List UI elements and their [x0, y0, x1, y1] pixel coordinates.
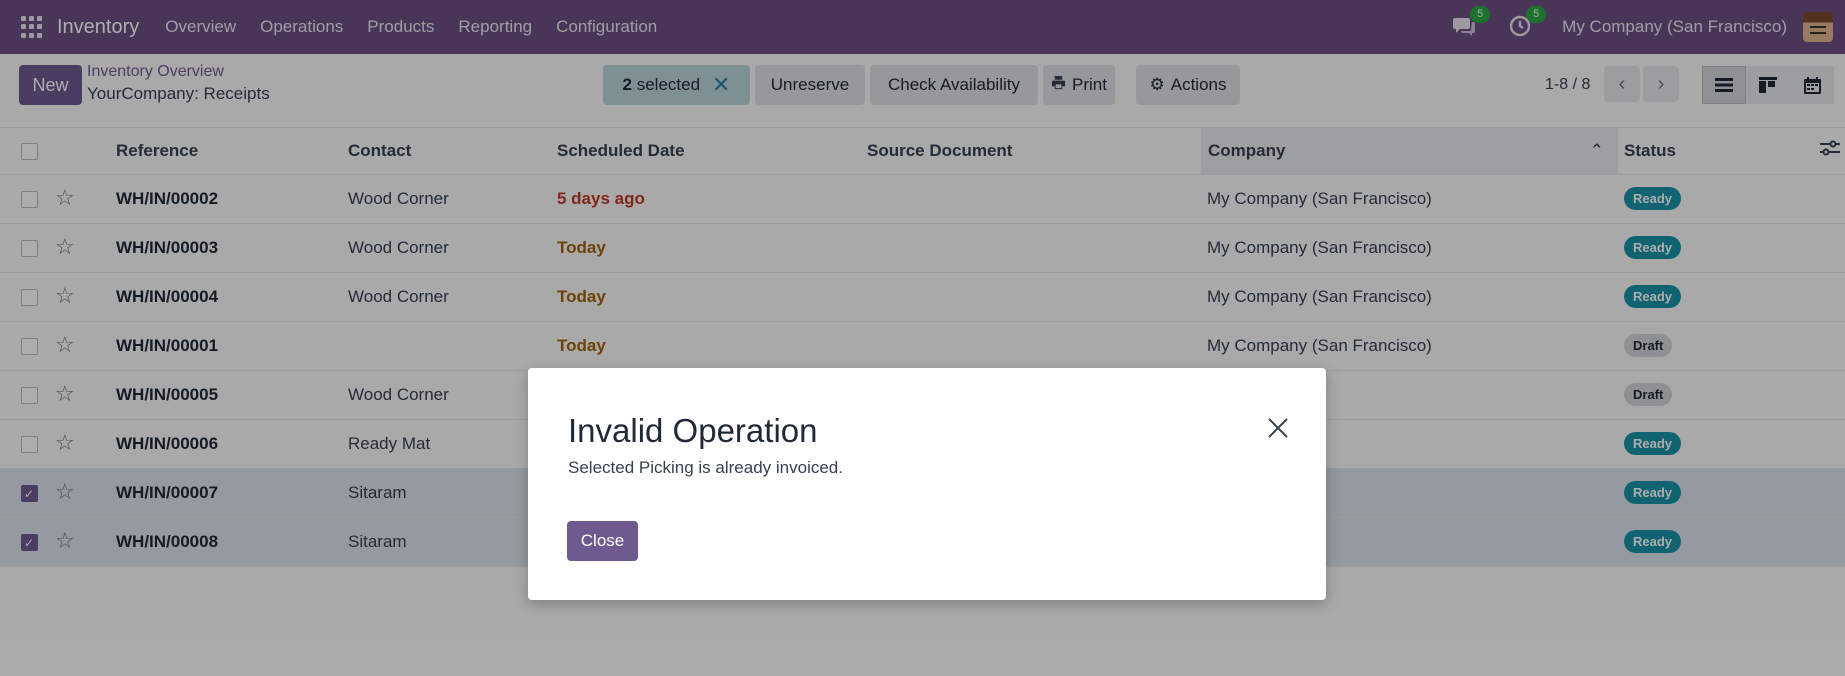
close-button[interactable]: Close [567, 521, 638, 561]
invalid-operation-dialog: Invalid Operation Selected Picking is al… [528, 368, 1326, 600]
close-icon[interactable] [1266, 416, 1290, 440]
dialog-title: Invalid Operation [568, 412, 818, 449]
dialog-message: Selected Picking is already invoiced. [568, 458, 843, 477]
